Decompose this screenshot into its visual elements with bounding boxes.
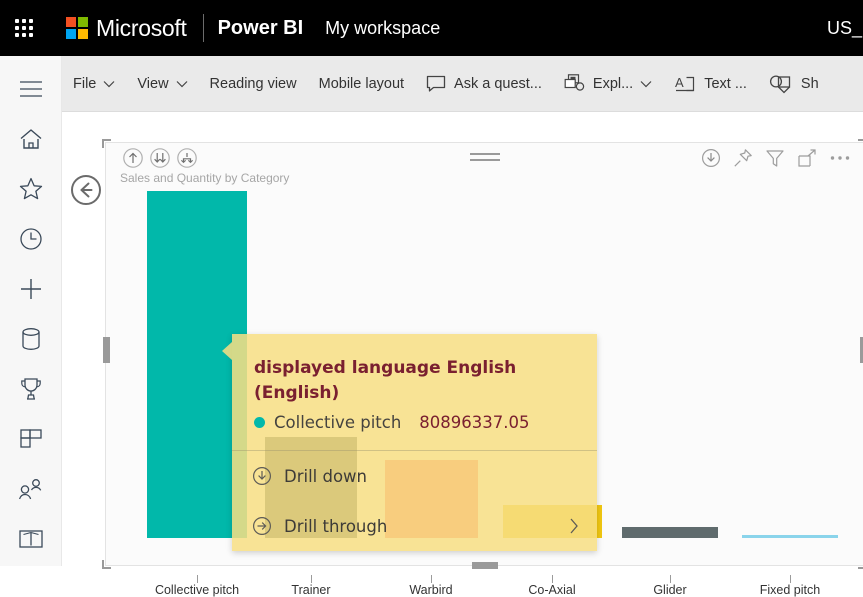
ribbon-label-explore: Expl... [592,75,634,92]
bar-fixed-pitch[interactable] [742,535,838,538]
report-canvas: Sales and Quantity by Category Collectiv… [62,112,863,597]
drill-through-circle-icon [252,516,272,536]
ribbon-label-reading-view: Reading view [209,75,297,92]
menu-item-drill-through[interactable]: Drill through [232,501,597,551]
axis-tick [311,575,312,583]
chevron-down-icon [640,80,652,88]
chart-tooltip-context-menu[interactable]: displayed language English (English) Col… [222,334,597,552]
drill-controls [122,147,198,174]
sidebar-item-goals[interactable] [0,366,62,416]
ribbon-label-text-box: Text ... [704,75,747,92]
back-arrow-circle-icon[interactable] [70,174,102,206]
axis-label-fixed-pitch: Fixed pitch [759,583,821,597]
tooltip-series-value: 80896337.05 [419,413,530,433]
expand-hierarchy-icon[interactable] [176,147,198,174]
explore-icon [564,74,585,93]
ribbon-item-text-box[interactable]: A Text ... [663,56,758,112]
ribbon-label-file: File [73,75,97,92]
resize-handle-left[interactable] [103,337,110,363]
text-box-icon: A [674,74,696,94]
svg-text:A: A [675,75,684,90]
chat-bubble-icon [426,75,446,92]
microsoft-wordmark: Microsoft [96,14,187,41]
menu-item-drill-down[interactable]: Drill down [232,451,597,501]
command-ribbon: File View Reading view Mobile layout Ask… [62,56,863,112]
ribbon-item-file[interactable]: File [62,56,126,112]
drill-down-circle-icon [252,466,272,486]
ribbon-label-view: View [137,75,169,92]
sidebar-item-recent[interactable] [0,216,62,266]
sidebar-item-navigation[interactable] [0,66,62,116]
apps-grid-icon [19,427,43,456]
sidebar-item-create[interactable] [0,266,62,316]
microsoft-squares-icon [66,17,88,39]
ribbon-item-ask-a-question[interactable]: Ask a quest... [415,56,553,112]
sidebar-item-datasets[interactable] [0,316,62,366]
resize-handle-bottom-left[interactable] [102,560,111,569]
workspace-breadcrumb[interactable]: My workspace [325,18,440,39]
ribbon-label-ask-a-question: Ask a quest... [454,75,542,92]
sidebar-item-home[interactable] [0,116,62,166]
microsoft-logo[interactable]: Microsoft [66,15,187,42]
visual-header-actions [701,148,851,168]
topbar-right-text[interactable]: US_ [827,18,863,39]
sidebar-item-apps[interactable] [0,416,62,466]
axis-tick [431,575,432,583]
database-icon [20,327,42,356]
drill-up-icon[interactable] [122,147,144,174]
plus-icon [19,277,43,306]
resize-handle-bottom-right[interactable] [858,560,863,569]
chevron-right-icon [569,518,579,534]
tooltip-title: displayed language English (English) [254,358,517,403]
sidebar-item-learn[interactable] [0,516,62,566]
resize-handle-top-left[interactable] [102,139,111,148]
home-icon [19,128,43,155]
resize-handle-top-right[interactable] [858,139,863,148]
axis-tick [552,575,553,583]
chevron-down-icon [103,80,115,88]
clock-icon [19,227,43,256]
tooltip-series-label: Collective pitch [274,413,402,433]
axis-tick [790,575,791,583]
sidebar-item-favorites[interactable] [0,166,62,216]
chevron-down-icon [176,80,188,88]
ribbon-item-mobile-layout[interactable]: Mobile layout [308,56,415,112]
book-icon [18,528,44,555]
menu-label-drill-down: Drill down [284,466,368,486]
trophy-icon [19,377,43,406]
visual-top-grip[interactable] [469,153,500,165]
ribbon-item-shapes[interactable]: Sh [758,56,830,112]
people-icon [18,477,44,506]
powerbi-product-name[interactable]: Power BI [218,17,304,40]
ribbon-item-reading-view[interactable]: Reading view [199,56,308,112]
menu-label-drill-through: Drill through [284,516,388,536]
focus-mode-icon[interactable] [797,148,817,168]
axis-tick [197,575,198,583]
ribbon-label-mobile-layout: Mobile layout [318,75,405,92]
app-launcher-icon[interactable] [0,0,48,56]
tooltip-series-row: Collective pitch 80896337.05 [254,413,579,432]
ribbon-item-view[interactable]: View [126,56,198,112]
sidebar-item-shared-with-me[interactable] [0,466,62,516]
download-icon[interactable] [701,148,721,168]
filter-icon[interactable] [765,148,785,168]
topbar-divider [202,14,204,42]
tooltip-pointer [222,342,232,360]
tooltip-body: displayed language English (English) Col… [232,334,597,446]
series-color-dot-icon [254,417,265,429]
bar-glider[interactable] [622,527,718,538]
visual-title: Sales and Quantity by Category [120,171,290,185]
left-navigation-rail [0,56,62,566]
top-navigation-bar: Microsoft Power BI My workspace US_ [0,0,863,56]
axis-tick [670,575,671,583]
ribbon-label-shapes: Sh [800,75,819,92]
star-icon [19,177,43,205]
shapes-icon [769,74,793,94]
more-options-icon[interactable] [829,148,851,168]
visual-header [106,143,863,173]
drill-down-icon[interactable] [149,147,171,174]
ribbon-item-explore[interactable]: Expl... [553,56,663,112]
pin-icon[interactable] [733,148,753,168]
hamburger-menu-icon [19,80,43,103]
